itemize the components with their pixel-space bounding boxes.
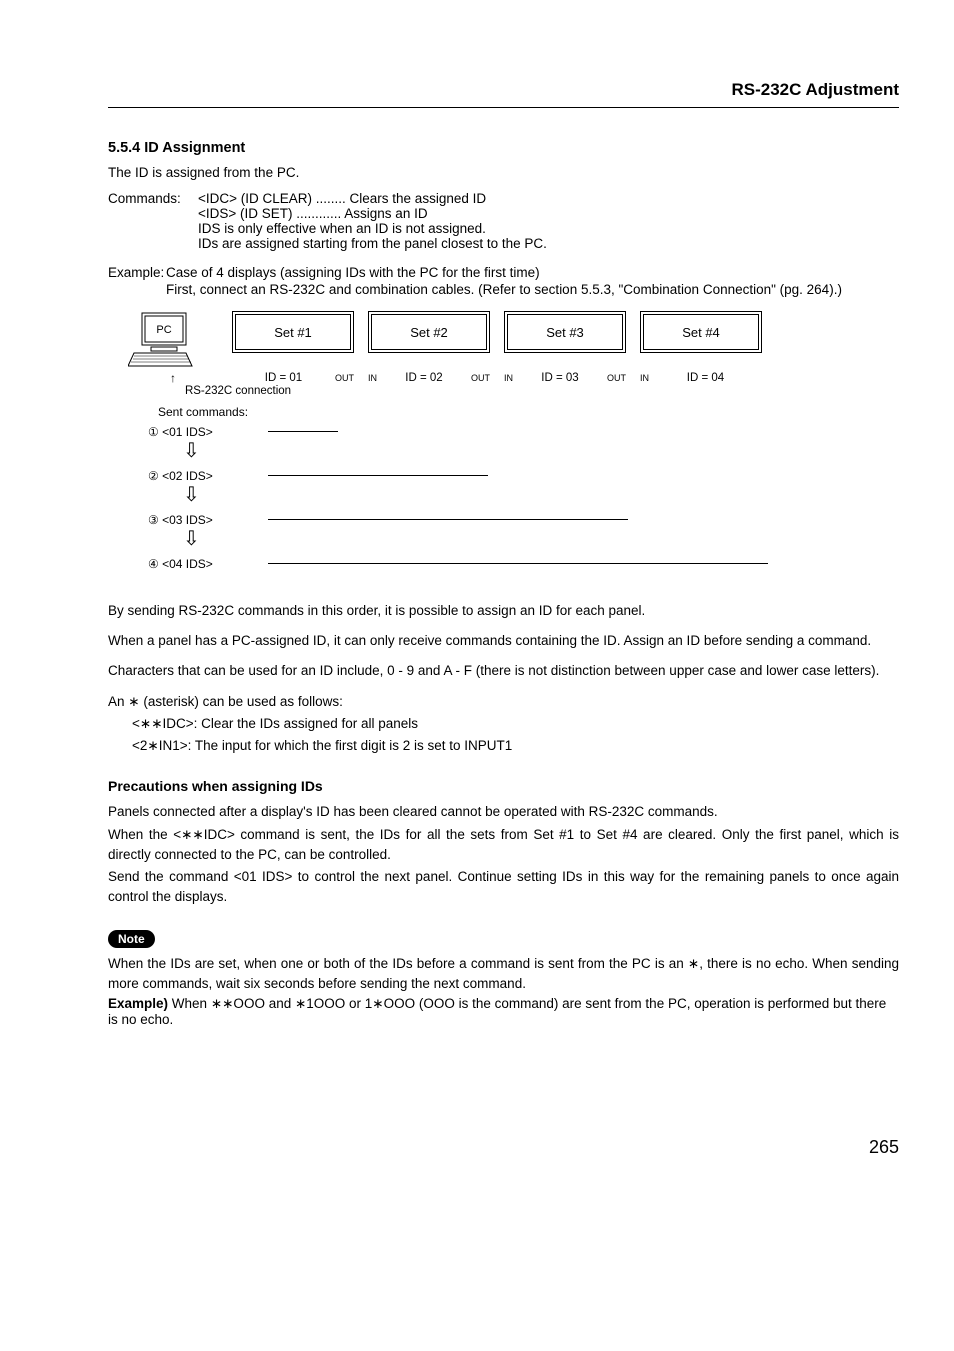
pc-label: PC [156,324,171,336]
note-badge: Note [108,930,155,948]
id-value: ID = 02 [405,372,442,384]
step-2: ② <02 IDS> [128,469,268,483]
set-box-4: Set #4 [640,311,762,353]
page-number: 265 [108,1137,899,1158]
arrow-down-icon: ⇩ [183,527,879,551]
step-3: ③ <03 IDS> [128,513,268,527]
section-heading: 5.5.4 ID Assignment [108,140,899,156]
page-container: RS-232C Adjustment 5.5.4 ID Assignment T… [0,0,954,1198]
body-p1: By sending RS-232C commands in this orde… [108,601,899,621]
body-p4a: <∗∗IDC>: Clear the IDs assigned for all … [108,714,899,734]
commands-block: Commands: <IDC> (ID CLEAR) ........ Clea… [108,191,899,251]
arrow-up-icon: ↑ [170,371,176,385]
pc-icon: PC [128,311,218,367]
cmd-line-2: <IDS> (ID SET) ............ Assigns an I… [108,206,899,221]
cmd-line-1: <IDC> (ID CLEAR) ........ Clears the ass… [198,191,486,206]
signal-line [268,475,488,476]
note-p1: When the IDs are set, when one or both o… [108,954,899,995]
id-value: ID = 03 [541,372,578,384]
set-label: Set #1 [274,325,312,340]
signal-line [268,563,768,564]
id-value: ID = 01 [265,372,302,384]
example-body-inline: When ∗∗OOO and ∗1OOO or 1∗OOO (OOO is th… [108,996,886,1027]
precautions-heading: Precautions when assigning IDs [108,778,899,794]
signal-line [268,431,338,432]
commands-label: Commands: [108,191,198,206]
set-box-1: Set #1 [232,311,354,353]
signal-line [268,519,628,520]
intro-text: The ID is assigned from the PC. [108,164,899,183]
set-label: Set #2 [410,325,448,340]
precautions-p1: Panels connected after a display's ID ha… [108,802,899,822]
step-1: ① <01 IDS> [128,425,268,439]
cmd-line-3: IDS is only effective when an ID is not … [108,221,899,236]
example-label: Example) [108,996,168,1011]
cmd-line-4: IDs are assigned starting from the panel… [108,236,899,251]
set-label: Set #3 [546,325,584,340]
id-value: ID = 04 [687,372,724,384]
body-p2: When a panel has a PC-assigned ID, it ca… [108,631,899,651]
page-header: RS-232C Adjustment [108,80,899,108]
set-box-2: Set #2 [368,311,490,353]
body-p4b: <2∗IN1>: The input for which the first d… [108,736,899,756]
step-4: ④ <04 IDS> [128,557,268,571]
example-label: Example: [108,265,166,280]
arrow-down-icon: ⇩ [183,439,879,463]
set-label: Set #4 [682,325,720,340]
set-box-3: Set #3 [504,311,626,353]
precautions-p2: When the <∗∗IDC> command is sent, the ID… [108,825,899,866]
example-line-2: First, connect an RS-232C and combinatio… [108,280,899,301]
precautions-p3: Send the command <01 IDS> to control the… [108,867,899,908]
rs232-label: RS-232C connection [158,385,318,397]
body-p3: Characters that can be used for an ID in… [108,661,899,681]
body-p4: An ∗ (asterisk) can be used as follows: [108,692,899,712]
sent-commands-label: Sent commands: [158,405,879,419]
connection-diagram: PC Set #1 Set #2 Set #3 Set #4 ↑ ID = 01… [128,311,879,571]
note-example: Example) When ∗∗OOO and ∗1OOO or 1∗OOO (… [108,996,899,1027]
example-line-1: Case of 4 displays (assigning IDs with t… [166,265,899,280]
arrow-down-icon: ⇩ [183,483,879,507]
example-block: Example: Case of 4 displays (assigning I… [108,265,899,301]
